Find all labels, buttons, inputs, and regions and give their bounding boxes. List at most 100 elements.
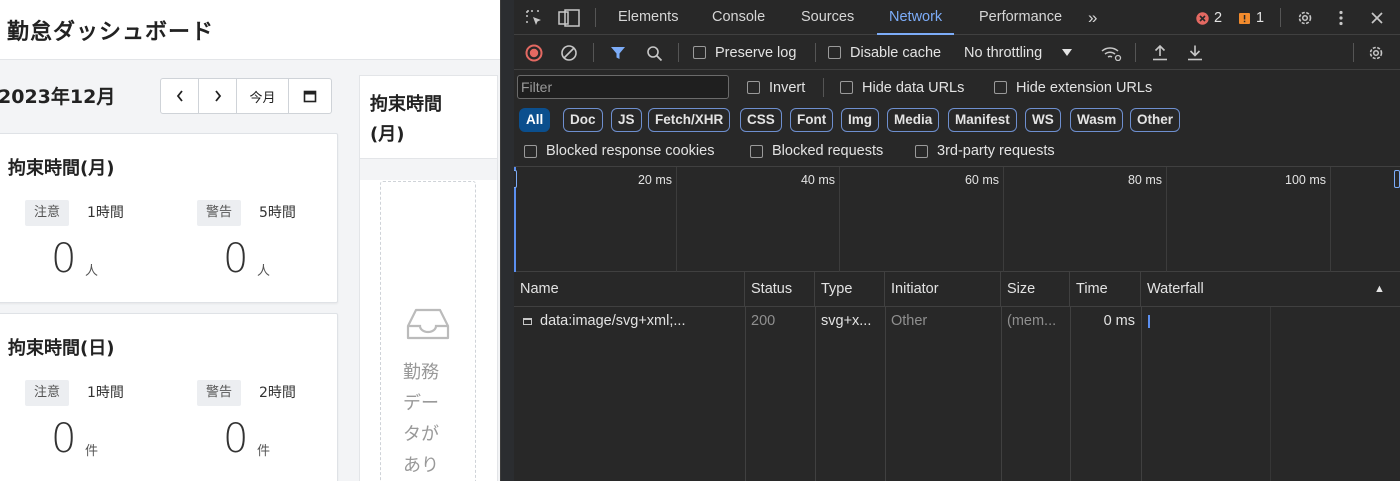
network-toolbar: Preserve log Disable cache No throttling xyxy=(514,35,1400,70)
type-filter-all[interactable]: All xyxy=(519,108,551,132)
type-filter-css[interactable]: CSS xyxy=(740,108,782,132)
prev-month-button[interactable] xyxy=(161,79,199,113)
calendar-button[interactable] xyxy=(289,79,331,113)
type-filter-ws[interactable]: WS xyxy=(1025,108,1061,132)
blocked-cookies-checkbox[interactable]: Blocked response cookies xyxy=(524,135,714,167)
checkbox-box[interactable] xyxy=(693,46,706,59)
column-header-time[interactable]: Time xyxy=(1070,272,1141,307)
warning-count: 0 xyxy=(223,236,249,282)
column-header-size[interactable]: Size xyxy=(1001,272,1070,307)
tab-console[interactable]: Console xyxy=(712,0,765,35)
blocked-requests-checkbox[interactable]: Blocked requests xyxy=(750,135,883,167)
network-overview-timeline[interactable]: 20 ms 40 ms 60 ms 80 ms 100 ms xyxy=(514,167,1400,272)
column-header-name[interactable]: Name xyxy=(514,272,745,307)
timeline-gridline xyxy=(676,167,677,272)
empty-state: 勤務データがあり xyxy=(380,181,476,481)
timeline-tick-label: 100 ms xyxy=(1285,173,1326,187)
timeline-gridline xyxy=(839,167,840,272)
card-restraint-day: 拘束時間(日) 注意 1時間 0 件 警告 2時間 0 件 xyxy=(0,313,338,481)
warning-badge: 警告 xyxy=(197,200,242,226)
column-header-waterfall[interactable]: Waterfall xyxy=(1141,272,1400,307)
filter-toggle-button[interactable] xyxy=(608,42,628,64)
inspect-element-button[interactable] xyxy=(522,6,546,30)
stop-recording-button[interactable] xyxy=(523,42,545,64)
filter-bar: Invert Hide data URLs Hide extension URL… xyxy=(514,70,1400,105)
column-header-initiator[interactable]: Initiator xyxy=(885,272,1001,307)
type-filter-doc[interactable]: Doc xyxy=(563,108,603,132)
network-settings-button[interactable] xyxy=(1365,42,1387,64)
column-header-status[interactable]: Status xyxy=(745,272,815,307)
type-filter-img[interactable]: Img xyxy=(841,108,880,132)
checkbox-label: Blocked response cookies xyxy=(546,143,715,159)
tab-performance[interactable]: Performance xyxy=(979,0,1062,35)
device-toolbar-button[interactable] xyxy=(556,6,582,30)
search-icon xyxy=(646,45,662,61)
type-filter-fetch-xhr[interactable]: Fetch/XHR xyxy=(648,108,731,132)
column-header-type[interactable]: Type xyxy=(815,272,885,307)
customize-menu-button[interactable] xyxy=(1331,7,1351,29)
hide-extension-urls-checkbox[interactable]: Hide extension URLs xyxy=(994,70,1152,105)
side-panel-title: 拘束時間(月) xyxy=(370,94,442,145)
export-har-button[interactable] xyxy=(1184,41,1206,63)
checkbox-box[interactable] xyxy=(840,81,853,94)
close-devtools-button[interactable] xyxy=(1366,7,1388,29)
type-filter-wasm[interactable]: Wasm xyxy=(1070,108,1124,132)
close-icon xyxy=(1371,12,1383,24)
hide-data-urls-checkbox[interactable]: Hide data URLs xyxy=(840,70,964,105)
throttling-select[interactable]: No throttling xyxy=(964,35,1073,70)
checkbox-box[interactable] xyxy=(828,46,841,59)
type-filter-media[interactable]: Media xyxy=(887,108,940,132)
preserve-log-checkbox[interactable]: Preserve log xyxy=(693,35,796,70)
devtools-tab-bar: Elements Console Sources Network Perform… xyxy=(514,0,1400,35)
warning-threshold: 5時間 xyxy=(259,205,296,221)
separator xyxy=(593,43,594,62)
third-party-checkbox[interactable]: 3rd-party requests xyxy=(915,135,1055,167)
timeline-left-handle[interactable] xyxy=(514,170,517,188)
warning-badge: 警告 xyxy=(197,380,242,406)
filter-input[interactable] xyxy=(517,75,729,99)
tab-elements[interactable]: Elements xyxy=(618,0,678,35)
checkbox-label: Disable cache xyxy=(850,44,942,61)
card-title: 拘束時間(日) xyxy=(8,338,115,359)
type-filter-manifest[interactable]: Manifest xyxy=(948,108,1017,132)
import-har-button[interactable] xyxy=(1149,41,1171,63)
type-filter-js[interactable]: JS xyxy=(611,108,642,132)
next-month-button[interactable] xyxy=(199,79,237,113)
timeline-tick-label: 80 ms xyxy=(1127,173,1162,187)
current-month-button[interactable]: 今月 xyxy=(237,79,289,113)
empty-state-text: 勤務データがあり xyxy=(403,362,439,476)
more-tabs-button[interactable]: » xyxy=(1088,0,1097,35)
clear-icon xyxy=(561,45,577,61)
checkbox-box[interactable] xyxy=(750,144,763,158)
attendance-dashboard: 勤怠ダッシュボード 2023年12月 今月 拘束時間(月) 注意 1時間 0 人… xyxy=(0,0,500,481)
search-button[interactable] xyxy=(643,42,665,64)
disable-cache-checkbox[interactable]: Disable cache xyxy=(828,35,941,70)
checkbox-box[interactable] xyxy=(524,144,537,158)
tab-network[interactable]: Network xyxy=(876,0,955,35)
error-counter[interactable]: 2 xyxy=(1196,9,1236,27)
warning-counter[interactable]: 1 xyxy=(1238,9,1278,27)
checkbox-box[interactable] xyxy=(994,81,1007,94)
type-filter-other[interactable]: Other xyxy=(1130,108,1181,132)
settings-button[interactable] xyxy=(1294,7,1316,29)
request-name-cell: data:image/svg+xml;... xyxy=(514,307,745,336)
checkbox-label: Invert xyxy=(769,79,806,96)
dropdown-arrow-icon xyxy=(1062,48,1073,56)
sort-ascending-icon: ▲ xyxy=(1374,283,1385,295)
timeline-right-handle[interactable] xyxy=(1394,170,1400,188)
tab-sources[interactable]: Sources xyxy=(801,0,854,35)
warning-threshold: 2時間 xyxy=(259,385,296,401)
timeline-tick-label: 20 ms xyxy=(637,173,672,187)
type-filter-font[interactable]: Font xyxy=(790,108,834,132)
checkbox-box[interactable] xyxy=(747,81,760,94)
table-row[interactable]: data:image/svg+xml;... 200 svg+x... Othe… xyxy=(514,307,1400,336)
checkbox-label: Preserve log xyxy=(715,44,797,61)
network-conditions-button[interactable] xyxy=(1098,42,1124,64)
clear-button[interactable] xyxy=(558,42,580,64)
metric-warning: 警告 5時間 0 人 xyxy=(197,196,347,286)
request-name: data:image/svg+xml;... xyxy=(540,313,686,329)
invert-checkbox[interactable]: Invert xyxy=(747,70,805,105)
error-count: 2 xyxy=(1214,10,1223,26)
panel-splitter[interactable] xyxy=(500,0,514,481)
checkbox-box[interactable] xyxy=(915,144,928,158)
